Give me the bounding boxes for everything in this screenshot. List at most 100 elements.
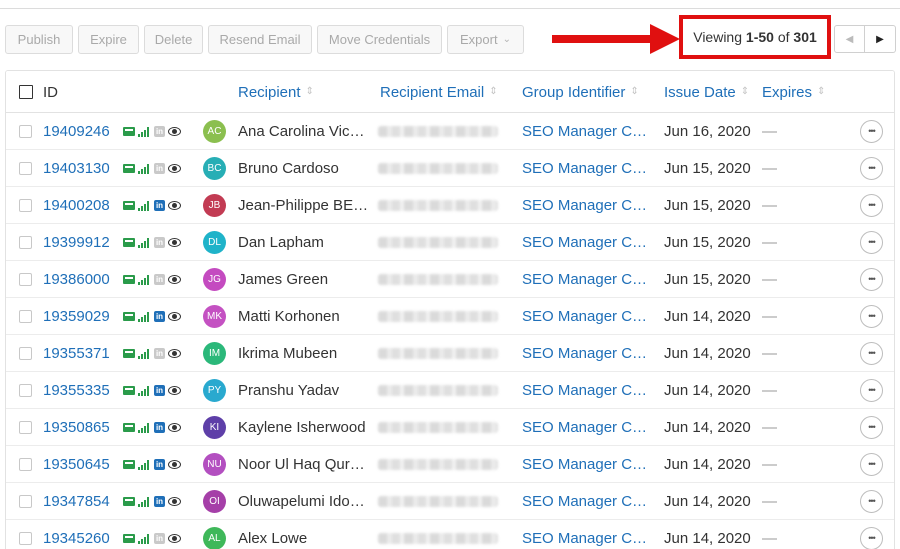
group-identifier-link[interactable]: SEO Manager Cer… bbox=[522, 520, 652, 549]
more-options-button[interactable]: ••• bbox=[860, 268, 883, 291]
more-options-button[interactable]: ••• bbox=[860, 453, 883, 476]
next-page-button[interactable]: ▶ bbox=[865, 25, 896, 53]
credential-id-link[interactable]: 19359029 bbox=[43, 298, 110, 335]
column-header-expires[interactable]: Expires ⇕ bbox=[762, 71, 825, 113]
recipient-email-blurred bbox=[378, 150, 498, 187]
prev-page-button[interactable]: ◀ bbox=[834, 25, 865, 53]
row-checkbox[interactable] bbox=[19, 347, 32, 360]
group-identifier-link[interactable]: SEO Manager Cer… bbox=[522, 187, 652, 224]
table-row[interactable]: 19347854 in OI Oluwapelumi Ido… SEO Manager … bbox=[6, 483, 894, 520]
publish-button[interactable]: Publish bbox=[5, 25, 73, 54]
table-row[interactable]: 19355371 in IM Ikrima Mubeen SEO Manager Cer… bbox=[6, 335, 894, 372]
column-label-issue-date: Issue Date bbox=[664, 83, 736, 101]
group-identifier-link[interactable]: SEO Manager Cer… bbox=[522, 372, 652, 409]
more-options-button[interactable]: ••• bbox=[860, 379, 883, 402]
recipient-name: Dan Lapham bbox=[238, 224, 371, 261]
more-options-button[interactable]: ••• bbox=[860, 490, 883, 513]
row-checkbox[interactable] bbox=[19, 199, 32, 212]
row-checkbox[interactable] bbox=[19, 421, 32, 434]
column-header-recipient-email[interactable]: Recipient Email ⇕ bbox=[380, 71, 498, 113]
recipient-name: Ikrima Mubeen bbox=[238, 335, 371, 372]
row-checkbox[interactable] bbox=[19, 273, 32, 286]
blurred-email bbox=[378, 237, 498, 248]
status-icons: in bbox=[123, 446, 181, 483]
blurred-email bbox=[378, 311, 498, 322]
more-options-button[interactable]: ••• bbox=[860, 157, 883, 180]
credential-id-link[interactable]: 19350645 bbox=[43, 446, 110, 483]
ellipsis-icon: ••• bbox=[868, 163, 876, 173]
table-row[interactable]: 19403130 in BC Bruno Cardoso SEO Manager Cer… bbox=[6, 150, 894, 187]
credential-id-link[interactable]: 19350865 bbox=[43, 409, 110, 446]
group-identifier-link[interactable]: SEO Manager Cer… bbox=[522, 224, 652, 261]
delete-button[interactable]: Delete bbox=[144, 25, 203, 54]
group-identifier-text: SEO Manager Cer… bbox=[522, 308, 650, 325]
blurred-email bbox=[378, 200, 498, 211]
table-row[interactable]: 19386000 in JG James Green SEO Manager Cer… J… bbox=[6, 261, 894, 298]
email-sent-icon bbox=[123, 275, 135, 284]
recipient-name-text: Kaylene Isherwood bbox=[238, 419, 366, 436]
status-icons: in bbox=[123, 298, 181, 335]
credential-id-link[interactable]: 19399912 bbox=[43, 224, 110, 261]
recipient-name: James Green bbox=[238, 261, 371, 298]
credential-id-link[interactable]: 19347854 bbox=[43, 483, 110, 520]
row-checkbox[interactable] bbox=[19, 125, 32, 138]
credential-id-link[interactable]: 19355335 bbox=[43, 372, 110, 409]
export-dropdown[interactable]: Export ⌄ bbox=[447, 25, 524, 54]
column-header-group-identifier[interactable]: Group Identifier ⇕ bbox=[522, 71, 639, 113]
credential-id-link[interactable]: 19400208 bbox=[43, 187, 110, 224]
recipient-email-blurred bbox=[378, 520, 498, 549]
expire-button[interactable]: Expire bbox=[78, 25, 139, 54]
table-row[interactable]: 19409246 in AC Ana Carolina Vice… SEO Manage… bbox=[6, 113, 894, 150]
move-credentials-button[interactable]: Move Credentials bbox=[317, 25, 442, 54]
row-checkbox[interactable] bbox=[19, 495, 32, 508]
credential-id-link[interactable]: 19403130 bbox=[43, 150, 110, 187]
table-row[interactable]: 19350865 in KI Kaylene Isherwood SEO Manager… bbox=[6, 409, 894, 446]
row-checkbox[interactable] bbox=[19, 384, 32, 397]
ellipsis-icon: ••• bbox=[868, 533, 876, 543]
ellipsis-icon: ••• bbox=[868, 459, 876, 469]
more-options-button[interactable]: ••• bbox=[860, 231, 883, 254]
more-options-button[interactable]: ••• bbox=[860, 342, 883, 365]
group-identifier-link[interactable]: SEO Manager Cer… bbox=[522, 409, 652, 446]
sort-icon: ⇕ bbox=[489, 86, 498, 97]
table-row[interactable]: 19359029 in MK Matti Korhonen SEO Manager Ce… bbox=[6, 298, 894, 335]
more-options-button[interactable]: ••• bbox=[860, 416, 883, 439]
row-checkbox[interactable] bbox=[19, 236, 32, 249]
more-options-button[interactable]: ••• bbox=[860, 527, 883, 549]
more-options-button[interactable]: ••• bbox=[860, 194, 883, 217]
group-identifier-link[interactable]: SEO Manager Cer… bbox=[522, 261, 652, 298]
table-row[interactable]: 19350645 in NU Noor Ul Haq Qure… SEO Manager… bbox=[6, 446, 894, 483]
more-options-button[interactable]: ••• bbox=[860, 120, 883, 143]
credential-id-link[interactable]: 19386000 bbox=[43, 261, 110, 298]
recipient-name: Pranshu Yadav bbox=[238, 372, 371, 409]
avatar: AL bbox=[203, 527, 226, 549]
group-identifier-link[interactable]: SEO Manager Cer… bbox=[522, 446, 652, 483]
recipient-name: Jean-Philippe BE… bbox=[238, 187, 371, 224]
row-checkbox[interactable] bbox=[19, 162, 32, 175]
issue-date: Jun 14, 2020 bbox=[664, 382, 751, 399]
group-identifier-link[interactable]: SEO Manager Cer… bbox=[522, 150, 652, 187]
column-header-recipient[interactable]: Recipient ⇕ bbox=[238, 71, 314, 113]
resend-email-button[interactable]: Resend Email bbox=[208, 25, 312, 54]
table-row[interactable]: 19355335 in PY Pranshu Yadav SEO Manager Cer… bbox=[6, 372, 894, 409]
more-options-button[interactable]: ••• bbox=[860, 305, 883, 328]
row-checkbox[interactable] bbox=[19, 310, 32, 323]
recipient-name-text: Dan Lapham bbox=[238, 234, 324, 251]
column-header-issue-date[interactable]: Issue Date ⇕ bbox=[664, 71, 749, 113]
expires-value: — bbox=[762, 160, 777, 177]
group-identifier-link[interactable]: SEO Manager Cer… bbox=[522, 335, 652, 372]
table-row[interactable]: 19400208 in JB Jean-Philippe BE… SEO Manager… bbox=[6, 187, 894, 224]
chevron-right-icon: ▶ bbox=[876, 33, 884, 45]
table-row[interactable]: 19399912 in DL Dan Lapham SEO Manager Cer… Ju… bbox=[6, 224, 894, 261]
row-checkbox[interactable] bbox=[19, 532, 32, 545]
group-identifier-link[interactable]: SEO Manager Cer… bbox=[522, 298, 652, 335]
credential-id-link[interactable]: 19345260 bbox=[43, 520, 110, 549]
table-row[interactable]: 19345260 in AL Alex Lowe SEO Manager Cer… Jun… bbox=[6, 520, 894, 549]
select-all-checkbox[interactable] bbox=[19, 85, 33, 99]
credential-id-link[interactable]: 19409246 bbox=[43, 113, 110, 150]
credential-id-link[interactable]: 19355371 bbox=[43, 335, 110, 372]
row-checkbox[interactable] bbox=[19, 458, 32, 471]
group-identifier-link[interactable]: SEO Manager Cer… bbox=[522, 113, 652, 150]
issue-date: Jun 14, 2020 bbox=[664, 419, 751, 436]
group-identifier-link[interactable]: SEO Manager Cer… bbox=[522, 483, 652, 520]
